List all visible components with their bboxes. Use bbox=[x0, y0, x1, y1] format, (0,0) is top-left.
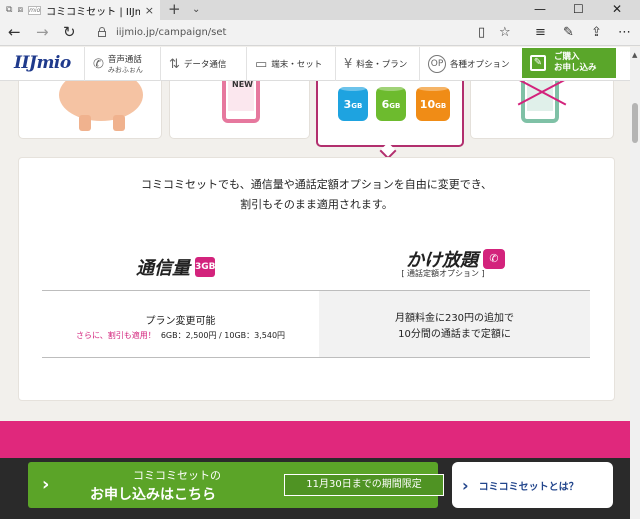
intro-line2: 割引もそのまま適用されます。 bbox=[240, 198, 393, 211]
capacity-6gb: 6GB bbox=[376, 83, 406, 121]
scroll-up-icon[interactable]: ▲ bbox=[632, 51, 637, 59]
refresh-icon[interactable]: ↻ bbox=[63, 20, 76, 46]
web-note-icon[interactable]: ✎ bbox=[563, 20, 574, 46]
badge-3gb: 3GB bbox=[195, 257, 216, 277]
cta-line1: コミコミセットの bbox=[133, 469, 221, 482]
apply-line2: お申し込み bbox=[554, 63, 597, 73]
edit-icon: ✎ bbox=[530, 55, 546, 71]
piggy-bank-icon bbox=[59, 81, 143, 121]
limited-period-badge: 11月30日までの期間限定 bbox=[284, 474, 444, 496]
nav-item-price[interactable]: ¥ 料金・プラン bbox=[335, 47, 407, 81]
page-scrollbar[interactable]: ▲ bbox=[630, 47, 640, 519]
browser-nav-bar: ← → ↻ iijmio.jp/campaign/set ▯ ☆ ≡ ✎ ⇪ ⋯ bbox=[0, 20, 640, 46]
nav-item-voice[interactable]: ✆ 音声通話 みおふぉん bbox=[84, 47, 143, 81]
new-label: NEW bbox=[232, 81, 253, 89]
cta-line2: お申し込みはこちら bbox=[90, 487, 216, 503]
lock-icon bbox=[98, 27, 106, 37]
more-icon[interactable]: ⋯ bbox=[618, 20, 631, 46]
browser-tab[interactable]: ⧉ ⧈ mio コミコミセット | IIJmio × bbox=[0, 0, 160, 20]
carousel-card-no-contract[interactable] bbox=[470, 81, 614, 139]
tab-set-aside-icon[interactable]: ⧉ bbox=[6, 5, 12, 15]
plan-change-label: プラン変更可能 bbox=[145, 316, 216, 327]
call-option-cell: 月額料金に230円の追加で 10分間の通話まで定額に bbox=[319, 290, 590, 358]
reading-view-icon[interactable]: ▯ bbox=[478, 20, 485, 46]
nav-voice-sub: みおふぉん bbox=[107, 66, 143, 74]
intro-line1: コミコミセットでも、通信量や通話定額オプションを自由に変更でき、 bbox=[141, 178, 492, 191]
browser-tab-bar: ⧉ ⧈ mio コミコミセット | IIJmio × + ⌄ — ☐ ✕ bbox=[0, 0, 640, 20]
phone-icon: ✆ bbox=[93, 56, 104, 72]
apply-cta-button[interactable]: › コミコミセットの お申し込みはこちら 11月30日までの期間限定 bbox=[28, 462, 444, 508]
pink-section-band bbox=[0, 421, 630, 461]
data-arrows-icon: ⇅ bbox=[169, 56, 180, 72]
feature-panel: コミコミセットでも、通信量や通話定額オプションを自由に変更でき、 割引もそのまま… bbox=[18, 157, 615, 401]
nav-voice-label: 音声通話 bbox=[107, 55, 142, 65]
data-volume-heading: 通信量 3GB bbox=[136, 254, 216, 280]
plan-change-cell: プラン変更可能 さらに、割引も適用！ 6GB：2,500円 / 10GB：3,5… bbox=[42, 290, 319, 358]
tab-list-chevron-icon[interactable]: ⌄ bbox=[192, 0, 200, 20]
new-tab-button[interactable]: + bbox=[168, 0, 181, 20]
nav-item-data[interactable]: ⇅ データ通信 bbox=[160, 47, 226, 81]
discount-note: さらに、割引も適用！ bbox=[75, 331, 156, 340]
back-icon[interactable]: ← bbox=[8, 20, 21, 46]
call-phone-icon: ✆ bbox=[483, 249, 505, 269]
scrollbar-thumb[interactable] bbox=[632, 103, 638, 143]
chevron-right-icon: › bbox=[42, 474, 50, 495]
intro-text: コミコミセットでも、通信量や通話定額オプションを自由に変更でき、 割引もそのまま… bbox=[19, 175, 614, 215]
options-icon: OP bbox=[428, 55, 446, 73]
call-option-line1: 月額料金に230円の追加で bbox=[394, 313, 515, 324]
close-tab-icon[interactable]: × bbox=[145, 4, 154, 17]
nav-data-label: データ通信 bbox=[183, 60, 227, 70]
yen-icon: ¥ bbox=[344, 56, 353, 72]
data-volume-title: 通信量 bbox=[136, 258, 190, 279]
close-window-icon[interactable]: ✕ bbox=[612, 0, 622, 20]
carousel-card-capacity[interactable]: 3GB 6GB 10GB bbox=[316, 81, 464, 147]
iijmio-logo[interactable]: IIJmio bbox=[14, 53, 71, 73]
capacity-3gb: 3GB bbox=[338, 83, 368, 121]
nav-item-options[interactable]: OP 各種オプション bbox=[419, 47, 510, 81]
device-icon: ▭ bbox=[255, 56, 268, 72]
nav-price-label: 料金・プラン bbox=[356, 60, 408, 70]
maximize-icon[interactable]: ☐ bbox=[573, 0, 584, 20]
chevron-right-icon: › bbox=[462, 475, 469, 495]
plan-prices: 6GB：2,500円 / 10GB：3,540円 bbox=[160, 331, 286, 340]
carousel-card-savings[interactable] bbox=[18, 81, 162, 139]
about-set-button[interactable]: › コミコミセットとは？ bbox=[452, 462, 613, 508]
nav-options-label: 各種オプション bbox=[450, 60, 510, 70]
tab-preview-icon[interactable]: ⧈ bbox=[17, 5, 23, 15]
tab-title: コミコミセット | IIJmio bbox=[46, 6, 140, 18]
favicon-icon: mio bbox=[28, 5, 42, 15]
apply-line1: ご購入 bbox=[554, 52, 580, 62]
capacity-10gb: 10GB bbox=[416, 83, 450, 121]
apply-button[interactable]: ✎ ご購入 お申し込み bbox=[522, 48, 616, 78]
unlimited-call-subtitle: [ 通話定額オプション ] bbox=[401, 269, 485, 278]
carousel-card-new-device[interactable]: NEW bbox=[169, 81, 310, 139]
favorite-star-icon[interactable]: ☆ bbox=[499, 20, 511, 46]
call-option-line2: 10分間の通話まで定額に bbox=[398, 329, 511, 340]
nav-device-label: 端末・セット bbox=[271, 60, 323, 70]
share-icon[interactable]: ⇪ bbox=[591, 20, 602, 46]
about-set-label: コミコミセットとは？ bbox=[478, 481, 579, 493]
hub-icon[interactable]: ≡ bbox=[535, 20, 546, 46]
nav-item-device[interactable]: ▭ 端末・セット bbox=[246, 47, 322, 81]
address-bar[interactable]: iijmio.jp/campaign/set bbox=[116, 20, 226, 46]
smartphone-icon: NEW bbox=[222, 81, 260, 123]
forward-icon[interactable]: → bbox=[36, 20, 49, 46]
site-header: IIJmio ✆ 音声通話 みおふぉん ⇅ データ通信 ▭ 端末・セット ¥ 料… bbox=[0, 47, 630, 81]
phone-crossed-icon bbox=[521, 81, 559, 123]
minimize-icon[interactable]: — bbox=[534, 0, 546, 20]
